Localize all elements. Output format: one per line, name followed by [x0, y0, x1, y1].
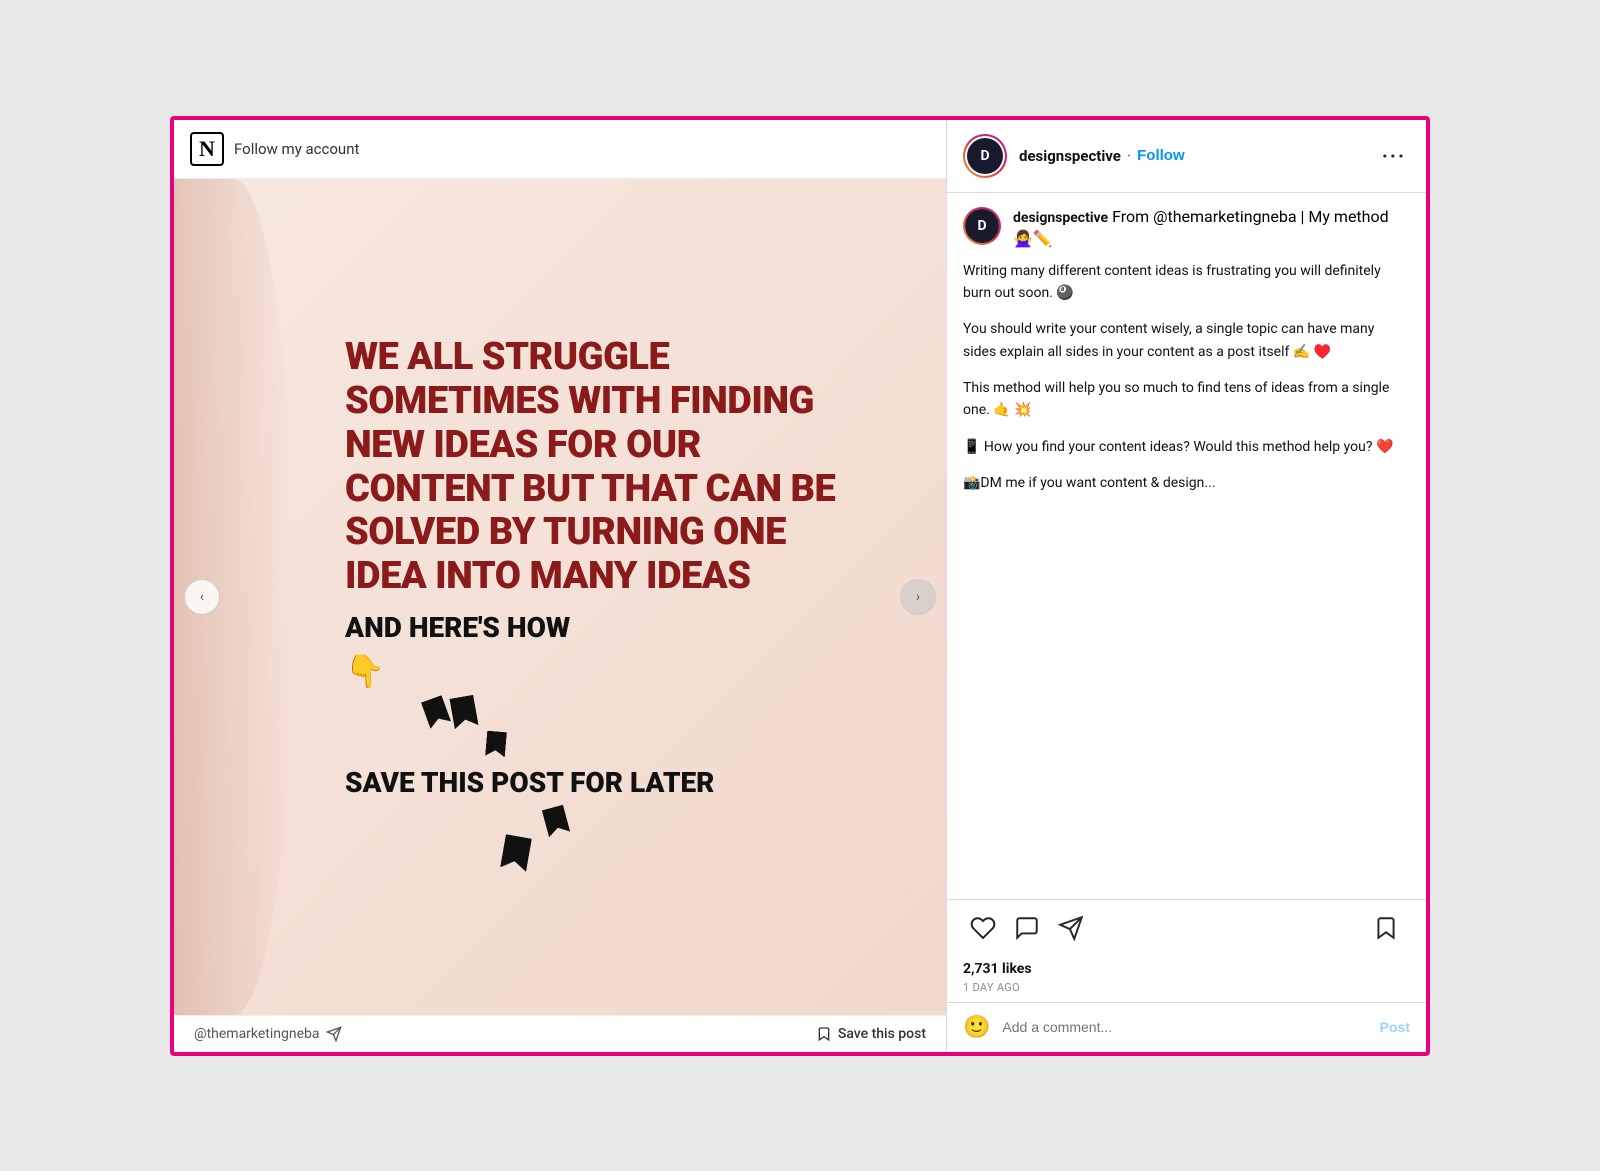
bookmark-icon — [1373, 915, 1399, 941]
post-emoji-point: 👇 — [345, 652, 865, 690]
caption-paragraph-5: 📸DM me if you want content & design... — [963, 472, 1410, 494]
caption-username: designspective — [1013, 210, 1108, 226]
send-icon — [326, 1026, 342, 1042]
caption-paragraph-1: Writing many different content ideas is … — [963, 260, 1410, 305]
caption-avatar: D — [963, 207, 1001, 245]
right-panel: D designspective · Follow ··· D — [946, 120, 1426, 1052]
bookmark-icons-group — [425, 698, 865, 726]
action-bar — [947, 899, 1426, 956]
follow-button[interactable]: Follow — [1137, 147, 1185, 164]
bookmark-icon-3 — [485, 730, 507, 757]
save-post-button[interactable]: Save this post — [816, 1026, 926, 1042]
user-avatar-wrapper: D — [963, 134, 1007, 178]
share-button[interactable] — [1051, 908, 1091, 948]
likes-count: 2,731 likes — [963, 961, 1032, 977]
caption-text-block: designspective From @themarketingneba | … — [1013, 207, 1410, 248]
comment-button[interactable] — [1007, 908, 1047, 948]
caption-avatar-inner: D — [965, 209, 999, 243]
bookmark-icons-group3 — [545, 807, 865, 835]
post-content-block: WE ALL STRUGGLE SOMETIMES WITH FINDING N… — [215, 306, 905, 886]
bookmark-icon-1 — [421, 695, 451, 729]
app-container: N Follow my account ‹ WE ALL STRUGGLE SO… — [170, 116, 1430, 1056]
caption-header: D designspective From @themarketingneba … — [963, 207, 1410, 248]
bookmark-icon-2 — [449, 694, 478, 729]
dot-separator: · — [1127, 148, 1131, 164]
post-time: 1 DAY AGO — [947, 981, 1426, 1002]
user-avatar-inner: D — [965, 136, 1005, 176]
more-options-button[interactable]: ··· — [1378, 144, 1410, 168]
notion-logo: N — [190, 132, 224, 166]
top-bar: N Follow my account — [174, 120, 946, 179]
caption-paragraph-3: This method will help you so much to fin… — [963, 377, 1410, 422]
carousel-next-button[interactable]: › — [900, 579, 936, 615]
comment-area: 🙂 Post — [947, 1002, 1426, 1052]
header-info: designspective · Follow — [1019, 147, 1378, 165]
post-header: D designspective · Follow ··· — [947, 120, 1426, 193]
caption-body: Writing many different content ideas is … — [963, 260, 1410, 495]
comment-icon — [1014, 915, 1040, 941]
share-icon — [1058, 915, 1084, 941]
caption-avatar-logo: D — [965, 209, 999, 243]
caption-paragraph-2: You should write your content wisely, a … — [963, 318, 1410, 363]
left-panel: N Follow my account ‹ WE ALL STRUGGLE SO… — [174, 120, 946, 1052]
caption-area: D designspective From @themarketingneba … — [947, 193, 1426, 899]
post-comment-button[interactable]: Post — [1380, 1019, 1410, 1035]
save-post-label: Save this post — [838, 1026, 926, 1042]
post-main-headline: WE ALL STRUGGLE SOMETIMES WITH FINDING N… — [345, 336, 865, 598]
post-image-area: ‹ WE ALL STRUGGLE SOMETIMES WITH FINDING… — [174, 179, 946, 1015]
heart-icon — [970, 915, 996, 941]
bookmark-icon-4 — [542, 804, 570, 837]
post-bottom-bar: @themarketingneba Save this post — [174, 1015, 946, 1052]
post-handle: @themarketingneba — [194, 1026, 342, 1042]
comment-input[interactable] — [1002, 1019, 1367, 1035]
bookmark-icons-group2 — [485, 730, 865, 758]
bookmark-icon-5 — [500, 834, 532, 872]
bookmark-icons-group4 — [505, 839, 865, 867]
bookmark-save-icon — [816, 1026, 832, 1042]
header-username-row: designspective · Follow — [1019, 147, 1378, 165]
post-sub-headline: AND HERE'S HOW — [345, 611, 865, 644]
emoji-picker-button[interactable]: 🙂 — [963, 1015, 990, 1040]
post-save-text: SAVE THIS POST FOR LATER — [345, 766, 865, 799]
caption-paragraph-4: 📱 How you find your content ideas? Would… — [963, 436, 1410, 458]
like-button[interactable] — [963, 908, 1003, 948]
handle-text: @themarketingneba — [194, 1026, 320, 1042]
header-username-text: designspective — [1019, 147, 1121, 165]
follow-account-text: Follow my account — [234, 140, 359, 158]
likes-section: 2,731 likes — [947, 956, 1426, 981]
avatar-logo: D — [967, 138, 1003, 174]
save-button[interactable] — [1366, 908, 1406, 948]
carousel-prev-button[interactable]: ‹ — [184, 579, 220, 615]
